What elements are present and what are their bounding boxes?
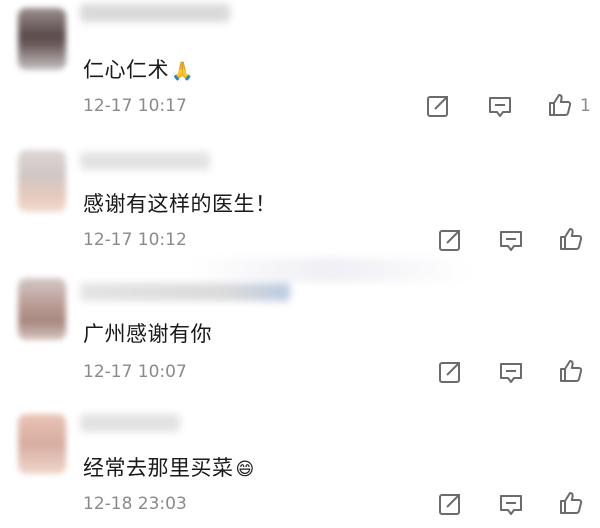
comment-timestamp: 12-18 23:03 xyxy=(83,494,187,514)
username-blurred[interactable] xyxy=(80,4,230,22)
comment-icon[interactable] xyxy=(497,358,525,386)
comment-icon[interactable] xyxy=(497,226,525,254)
folded-hands-emoji: 🙏 xyxy=(171,61,194,82)
username-blurred[interactable] xyxy=(80,152,210,170)
comment-text: 广州感谢有你 xyxy=(83,318,212,348)
comment-icon[interactable] xyxy=(497,490,525,518)
comment-text: 感谢有这样的医生！ xyxy=(83,188,277,218)
comment-text: 仁心仁术 🙏 xyxy=(83,54,194,84)
share-icon[interactable] xyxy=(424,92,452,120)
like-icon[interactable] xyxy=(557,225,585,253)
comment-text: 经常去那里买菜 😄 xyxy=(83,452,255,482)
comment-text-label: 感谢有这样的医生！ xyxy=(83,192,277,216)
like-icon[interactable] xyxy=(557,489,585,517)
avatar[interactable] xyxy=(18,414,66,474)
like-count: 1 xyxy=(580,96,591,116)
username-blurred[interactable] xyxy=(80,283,290,301)
comment-icon[interactable] xyxy=(486,92,514,120)
avatar[interactable] xyxy=(18,278,66,340)
comment-text-label: 经常去那里买菜 xyxy=(83,456,234,480)
like-icon[interactable] xyxy=(557,357,585,385)
watermark xyxy=(190,258,470,282)
comment-timestamp: 12-17 10:17 xyxy=(83,96,187,116)
laughing-emoji: 😄 xyxy=(235,459,255,480)
comment-text-label: 广州感谢有你 xyxy=(83,322,212,346)
comment-text-label: 仁心仁术 xyxy=(83,58,169,82)
share-icon[interactable] xyxy=(436,490,464,518)
username-blurred[interactable] xyxy=(80,414,180,432)
comment-timestamp: 12-17 10:12 xyxy=(83,230,187,250)
avatar[interactable] xyxy=(18,8,66,70)
share-icon[interactable] xyxy=(436,358,464,386)
avatar[interactable] xyxy=(18,150,66,212)
share-icon[interactable] xyxy=(436,226,464,254)
comment-timestamp: 12-17 10:07 xyxy=(83,362,187,382)
like-icon[interactable] xyxy=(546,91,574,119)
